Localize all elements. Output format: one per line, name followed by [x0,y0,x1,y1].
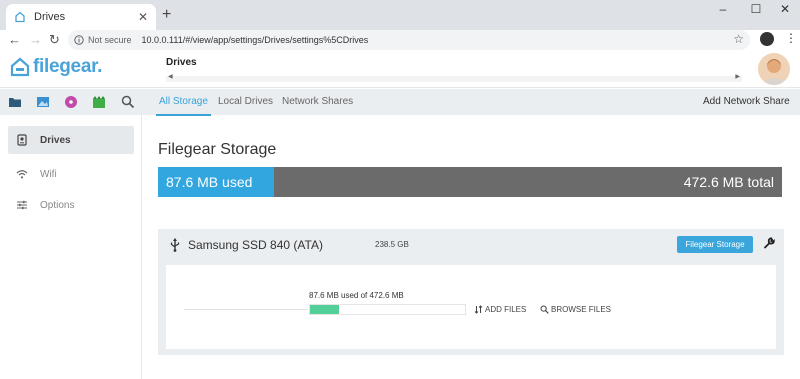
close-tab-icon[interactable]: ✕ [138,10,148,24]
forward-arrow-icon[interactable]: → [29,32,42,47]
logo-house-icon [10,57,30,77]
page-title: Drives [166,57,197,68]
scroll-left-icon[interactable]: ◀ [168,73,173,80]
photos-icon[interactable] [36,95,50,109]
sidebar-item-drives[interactable]: Drives [8,126,134,154]
sidebar-item-options[interactable]: Options [8,191,134,219]
browser-tab-strip: Drives ✕ + – ☐ ✕ [0,0,800,30]
add-network-share-button[interactable]: Add Network Share [703,96,790,107]
drive-usage-text: 87.6 MB used of 472.6 MB [309,291,404,300]
drive-size: 238.5 GB [375,240,409,249]
storage-usage-bar: 87.6 MB used 472.6 MB total [158,167,782,197]
new-tab-button[interactable]: + [162,6,171,24]
filegear-logo[interactable]: filegear. [10,56,102,78]
app-icon-bar [0,89,142,115]
browser-toolbar: ← → ↻ Not secure 10.0.0.111/#/view/app/s… [0,30,800,52]
avatar[interactable] [758,53,790,85]
tab-local-drives[interactable]: Local Drives [218,96,273,107]
wrench-icon[interactable] [763,237,775,249]
videos-icon[interactable] [92,95,106,109]
profile-icon[interactable] [760,32,774,46]
tab-all-storage[interactable]: All Storage [156,96,211,116]
browser-menu-icon[interactable]: ⋮ [785,31,797,45]
storage-tabs: All Storage Local Drives Network Shares … [142,89,800,116]
tab-title: Drives [34,11,66,23]
close-window-button[interactable]: ✕ [770,2,800,16]
filegear-storage-button[interactable]: Filegear Storage [677,236,753,253]
maximize-button[interactable]: ☐ [741,2,771,16]
music-icon[interactable] [64,95,78,109]
security-status: Not secure [88,35,132,45]
url-text: 10.0.0.111/#/view/app/settings/Drives/se… [141,35,369,45]
sidebar-item-label: Options [40,199,75,211]
sliders-icon [17,200,27,210]
folder-icon[interactable] [8,95,22,109]
divider [184,309,308,310]
address-bar[interactable]: Not secure 10.0.0.111/#/view/app/setting… [68,30,750,50]
logo-text: filegear. [33,56,103,77]
settings-sidebar: Drives Wifi Options [0,115,142,379]
drive-icon [15,11,25,23]
tab-network-shares[interactable]: Network Shares [282,96,353,107]
search-icon[interactable] [121,95,135,109]
add-files-button[interactable]: ADD FILES [474,305,526,314]
main-content: Filegear Storage 87.6 MB used 472.6 MB t… [142,115,800,379]
bookmark-star-icon[interactable]: ☆ [733,32,744,46]
scroll-right-icon[interactable]: ▶ [735,73,740,80]
storage-total-label: 472.6 MB total [683,174,774,190]
wifi-icon [16,170,28,179]
user-avatar-icon [761,59,787,85]
sidebar-item-label: Drives [40,134,71,146]
search-icon [540,305,549,314]
drive-usage-bar [309,304,466,315]
horizontal-scrollbar[interactable]: ◀ ▶ [166,73,742,82]
drive-usage-fill [310,305,339,314]
drive-details-panel: 87.6 MB used of 472.6 MB ADD FILES BROWS… [166,265,776,349]
storage-title: Filegear Storage [158,141,277,158]
add-files-label: ADD FILES [485,305,527,314]
usb-icon [170,238,180,252]
drive-name: Samsung SSD 840 (ATA) [188,238,323,252]
sidebar-item-label: Wifi [40,168,57,180]
reload-icon[interactable]: ↻ [49,32,60,48]
info-icon[interactable] [74,35,84,45]
app-header: filegear. Drives ◀ ▶ [0,52,800,88]
browser-tab[interactable]: Drives ✕ [6,4,156,30]
browse-files-label: BROWSE FILES [551,305,612,314]
sidebar-item-wifi[interactable]: Wifi [8,160,134,188]
back-arrow-icon[interactable]: ← [8,32,21,47]
storage-used-label: 87.6 MB used [166,174,253,190]
minimize-button[interactable]: – [708,2,738,16]
sort-arrows-icon [474,305,483,314]
drive-card: Samsung SSD 840 (ATA) 238.5 GB Filegear … [158,229,784,355]
drive-icon [17,134,27,146]
browse-files-button[interactable]: BROWSE FILES [540,305,611,314]
